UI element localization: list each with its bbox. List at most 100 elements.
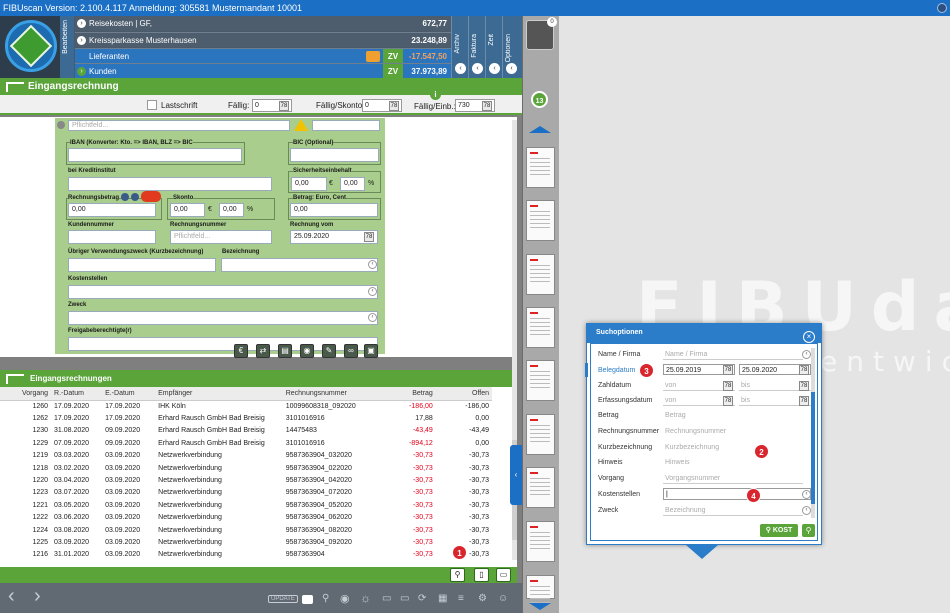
play-icon[interactable]: › xyxy=(77,67,86,76)
search-icon[interactable]: ⚲ xyxy=(450,568,465,582)
rechnungsnummer-input[interactable]: Rechnungsnummer xyxy=(663,426,803,437)
tab-optionen[interactable]: Optionen ‹ xyxy=(502,16,522,78)
document-thumbnail[interactable] xyxy=(526,360,555,401)
forward-arrow-icon[interactable]: › xyxy=(34,585,41,608)
collapse-panel-tab[interactable]: ‹ xyxy=(510,445,522,505)
help-icon[interactable] xyxy=(121,193,129,201)
table-row[interactable]: 1223 03.07.2020 03.09.2020 Netzwerkverbindu… xyxy=(0,487,492,499)
zv-flag[interactable]: ZV xyxy=(383,64,403,79)
kurzbezeichnung-input[interactable]: Kurzbezeichnung xyxy=(663,442,803,453)
table-row[interactable]: 1221 03.05.2020 03.09.2020 Netzwerkverbindu… xyxy=(0,499,492,511)
table-row[interactable]: 1224 03.08.2020 03.09.2020 Netzwerkverbindu… xyxy=(0,524,492,536)
settings-icon[interactable]: ⚙ xyxy=(478,593,487,604)
update-button[interactable]: UPDATE xyxy=(268,595,298,603)
calendar-icon[interactable]: 78 xyxy=(364,232,374,242)
sync-icon[interactable]: ⟳ xyxy=(418,593,426,604)
sun-icon[interactable]: ☼ xyxy=(360,591,371,605)
header-row-bank[interactable]: › Kreissparkasse Musterhausen 23.248,89 xyxy=(75,32,451,47)
strip-scroll-down-icon[interactable] xyxy=(529,603,551,610)
sicherheit-pct-input[interactable]: 0,00 xyxy=(340,177,365,191)
calendar-icon[interactable]: 78 xyxy=(723,381,733,391)
calendar-icon[interactable]: 78 xyxy=(799,381,809,391)
stamp-icon[interactable] xyxy=(141,191,161,202)
location-icon[interactable]: ◉ xyxy=(300,344,314,358)
calendar-icon[interactable]: 78 xyxy=(482,101,492,111)
column-header[interactable]: Vorgang xyxy=(0,387,52,401)
kostenstellen-input[interactable] xyxy=(68,285,378,299)
dialog-scrollbar-thumb[interactable] xyxy=(811,392,815,504)
dropbox-icon[interactable]: 0 xyxy=(526,17,557,50)
header-row-lieferanten[interactable]: Lieferanten ZV -17.547,50 xyxy=(75,48,451,64)
skonto-input[interactable]: 0,00 xyxy=(170,203,205,217)
grid-icon[interactable]: ▦ xyxy=(438,593,447,604)
table-row[interactable]: 1222 03.06.2020 03.09.2020 Netzwerkverbindu… xyxy=(0,512,492,524)
document-icon[interactable]: ▯ xyxy=(474,568,489,582)
zv-flag[interactable]: ZV xyxy=(383,49,403,64)
column-header[interactable]: Rechnungsnummer xyxy=(282,387,380,401)
verwendungszweck-input[interactable] xyxy=(68,258,216,272)
document-thumbnail[interactable] xyxy=(526,521,555,562)
info-small-icon[interactable] xyxy=(131,193,139,201)
zweck-input[interactable] xyxy=(68,311,378,325)
document-thumbnail[interactable] xyxy=(526,575,555,604)
printer-icon[interactable]: ▭ xyxy=(496,568,511,582)
archiv-button[interactable]: ‹ xyxy=(455,63,466,74)
expand-icon[interactable]: › xyxy=(77,36,86,45)
info-icon[interactable]: i xyxy=(430,89,441,100)
column-header[interactable]: Offen xyxy=(435,387,492,401)
faktura-button[interactable]: ‹ xyxy=(472,63,483,74)
dropdown-icon[interactable]: ‹ xyxy=(368,313,377,322)
lastschrift-checkbox[interactable] xyxy=(147,100,157,110)
table-row[interactable]: 1260 17.09.2020 17.09.2020 IHK Köln 10099608… xyxy=(0,400,492,412)
close-icon[interactable]: × xyxy=(803,331,815,343)
calendar-icon[interactable]: 78 xyxy=(799,396,809,406)
tab-zeit[interactable]: Zeit ‹ xyxy=(485,16,502,78)
column-header[interactable]: E.-Datum xyxy=(102,387,156,401)
window-close-button[interactable] xyxy=(937,3,947,13)
optionen-button[interactable]: ‹ xyxy=(506,63,517,74)
column-header[interactable]: R.-Datum xyxy=(51,387,103,401)
table-row[interactable]: 1220 03.04.2020 03.09.2020 Netzwerkverbindu… xyxy=(0,474,492,486)
table-row[interactable]: 1230 31.08.2020 09.09.2020 Erhard Rausch Gm… xyxy=(0,425,492,437)
column-header[interactable]: Empfänger xyxy=(155,387,283,401)
dropdown-icon[interactable]: ‹ xyxy=(368,287,377,296)
calendar-icon[interactable]: 78 xyxy=(723,365,733,375)
currency-icon[interactable]: € xyxy=(234,344,248,358)
dropdown-icon[interactable]: ‹ xyxy=(802,506,811,515)
betrag-euro-input[interactable]: 0,00 xyxy=(290,203,378,217)
user-icon[interactable]: ☺ xyxy=(498,593,508,604)
save-icon[interactable]: ▣ xyxy=(364,344,378,358)
bic-input[interactable] xyxy=(290,148,379,162)
bezeichnung-input[interactable] xyxy=(221,258,378,272)
table-row[interactable]: 1216 31.01.2020 03.09.2020 Netzwerkverbindu… xyxy=(0,549,492,561)
table-row[interactable]: 1219 03.03.2020 03.09.2020 Netzwerkverbindu… xyxy=(0,450,492,462)
list-icon[interactable]: ≡ xyxy=(458,593,464,604)
rechnungsnummer-input[interactable]: Pflichtfeld... xyxy=(170,230,272,244)
document-thumbnail[interactable] xyxy=(526,147,555,188)
expand-icon[interactable]: › xyxy=(77,19,86,28)
kreditinstitut-input[interactable] xyxy=(68,177,272,191)
skonto-pct-input[interactable]: 0,00 xyxy=(219,203,244,217)
window-icon[interactable]: ▭ xyxy=(400,593,409,604)
eye-icon[interactable]: ◉ xyxy=(340,592,350,605)
document-thumbnail[interactable] xyxy=(526,307,555,348)
zeit-button[interactable]: ‹ xyxy=(489,63,500,74)
video-icon[interactable] xyxy=(302,595,313,604)
search-button[interactable]: ⚲ xyxy=(802,524,815,537)
document-thumbnail[interactable] xyxy=(526,200,555,241)
zweck-input[interactable]: Bezeichnung xyxy=(663,505,803,516)
dropdown-icon[interactable]: ‹ xyxy=(802,490,811,499)
print-icon[interactable]: ▤ xyxy=(278,344,292,358)
tab-archiv[interactable]: Archiv ‹ xyxy=(451,16,468,78)
column-header[interactable]: Betrag xyxy=(379,387,436,401)
tab-faktura[interactable]: Faktura ‹ xyxy=(468,16,485,78)
calendar-icon[interactable]: 78 xyxy=(799,365,809,375)
betrag-input[interactable]: Betrag xyxy=(663,410,803,421)
table-row[interactable]: 1229 07.09.2020 09.09.2020 Erhard Rausch Gm… xyxy=(0,437,492,449)
table-row[interactable]: 1225 03.09.2020 03.09.2020 Netzwerkverbindu… xyxy=(0,536,492,548)
mail-icon[interactable] xyxy=(366,51,380,62)
back-arrow-icon[interactable]: ‹ xyxy=(8,585,15,608)
pflichtfeld-top-input[interactable]: Pflichtfeld... xyxy=(68,120,290,131)
header-row-kunden[interactable]: › Kunden ZV 37.973,89 xyxy=(75,63,451,79)
name-firma-input[interactable]: Name / Firma xyxy=(663,349,803,360)
